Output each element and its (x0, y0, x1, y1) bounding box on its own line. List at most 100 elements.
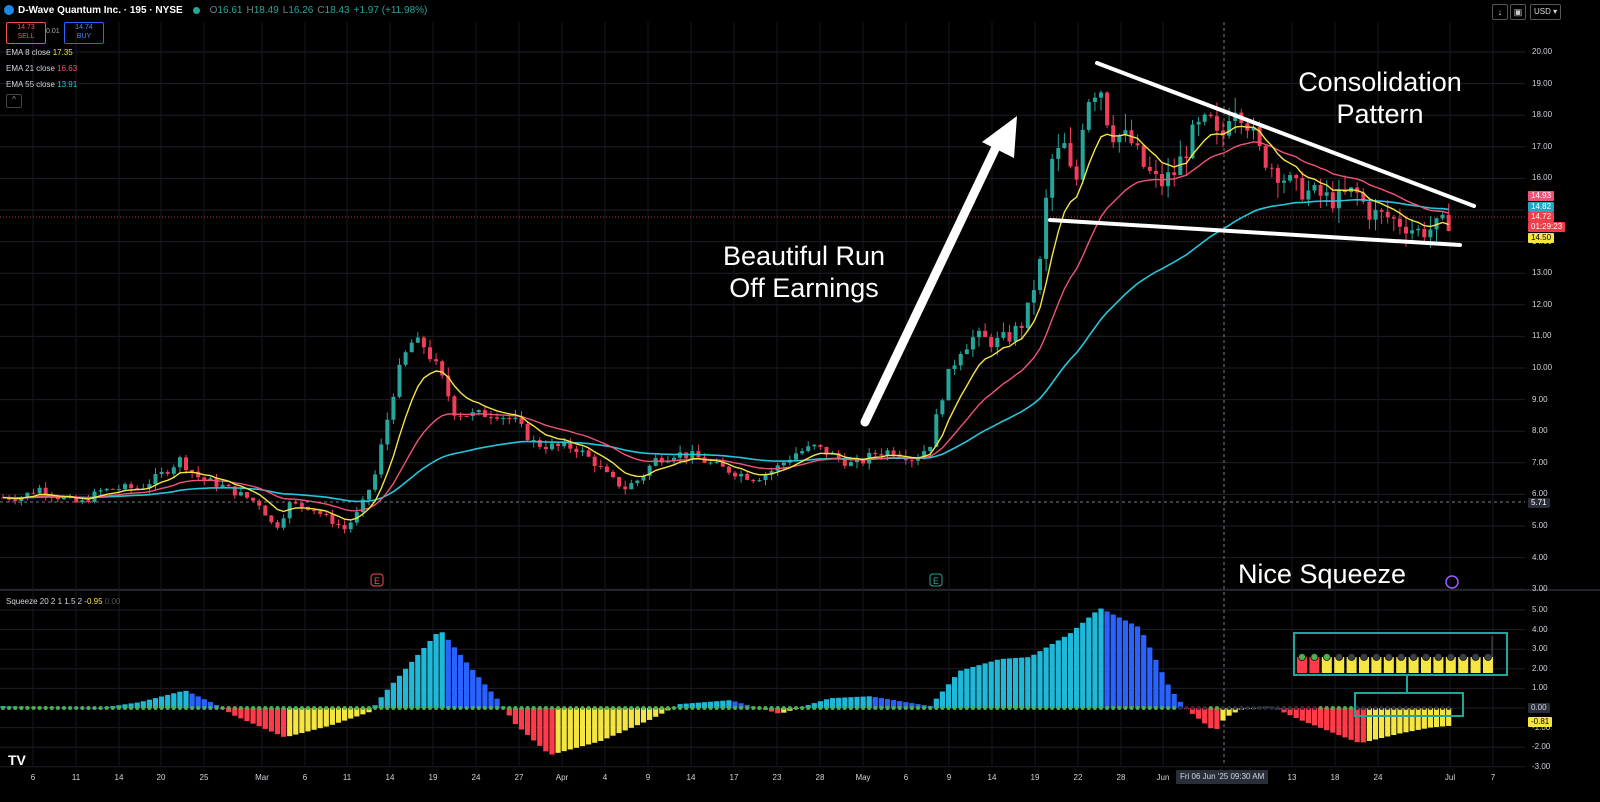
squeeze-bar (171, 693, 177, 708)
squeeze-dot (123, 706, 127, 710)
squeeze-dot (1446, 706, 1451, 710)
candle-body (1111, 125, 1116, 143)
squeeze-bar (1110, 614, 1116, 708)
squeeze-bar (1025, 657, 1031, 708)
candle-body (1153, 170, 1158, 175)
open-value: 16.61 (217, 4, 243, 16)
squeeze-bar (1214, 708, 1220, 729)
candle-body (1141, 145, 1146, 167)
squeeze-dot (232, 706, 237, 710)
squeeze-bar (549, 708, 555, 755)
candle-body (1318, 185, 1323, 196)
squeeze-dot (330, 706, 335, 710)
download-icon[interactable]: ↓ (1492, 4, 1508, 20)
squeeze-bar (610, 708, 616, 736)
squeeze-dot (1147, 706, 1152, 710)
indicator-legend-ema21[interactable]: EMA 21 close 16.63 (6, 64, 77, 73)
price-tag: 14.82 (1528, 202, 1555, 212)
squeeze-dot (1422, 706, 1427, 710)
price-axis-label: 13.00 (1532, 268, 1553, 278)
squeeze-bar (433, 634, 439, 708)
squeeze-bar (976, 665, 982, 708)
candle-body (848, 462, 853, 466)
squeeze-bar (573, 708, 579, 748)
candle-body (1385, 211, 1390, 218)
squeeze-bar (183, 690, 189, 708)
squeeze-dot (513, 706, 518, 710)
squeeze-dot (672, 706, 676, 710)
currency-label: USD (1534, 7, 1551, 16)
squeeze-bar (1324, 708, 1330, 731)
indicator-legend-ema8[interactable]: EMA 8 close 17.35 (6, 48, 73, 57)
candle-body (263, 505, 268, 516)
candle-body (550, 443, 554, 450)
squeeze-dot (1336, 706, 1341, 710)
squeeze-dot (1373, 706, 1378, 710)
squeeze-dot (476, 706, 481, 710)
restore-icon[interactable]: ▣ (1510, 4, 1526, 20)
squeeze-dot (769, 706, 774, 710)
squeeze-bar (250, 708, 256, 724)
squeeze-bar (561, 708, 567, 752)
squeeze-dot (757, 706, 762, 710)
squeeze-bar (1360, 708, 1366, 743)
squeeze-dot (1062, 706, 1067, 710)
squeeze-dot (1196, 706, 1201, 710)
squeeze-dot (147, 706, 152, 710)
squeeze-bar (634, 708, 640, 726)
squeeze-bar (604, 708, 610, 739)
zoom-dot (1298, 653, 1306, 661)
candle-body (397, 364, 402, 397)
indicator-legend-ema55[interactable]: EMA 55 close 13.91 (6, 80, 77, 89)
sell-button[interactable]: 14.73 SELL (6, 22, 46, 44)
candle-body (1324, 192, 1329, 196)
squeeze-dot (269, 706, 274, 710)
squeeze-dot (550, 706, 554, 710)
collapse-legend-button[interactable]: ^ (6, 94, 22, 108)
squeeze-dot (946, 706, 951, 710)
squeeze-dot (1025, 706, 1030, 710)
squeeze-dot (74, 706, 79, 710)
squeeze-dot (306, 706, 310, 710)
spread-value: 0.01 (46, 28, 60, 35)
oscillator-tag: 0.00 (1528, 703, 1550, 713)
squeeze-bar (939, 691, 945, 708)
candle-body (757, 480, 762, 482)
squeeze-dot (1001, 706, 1006, 710)
squeeze-bar (1037, 651, 1043, 708)
squeeze-bar (1019, 657, 1025, 708)
squeeze-dot (1184, 706, 1189, 710)
currency-selector[interactable]: USD ▾ (1530, 4, 1561, 20)
squeeze-bar (299, 708, 305, 733)
squeeze-dot (31, 706, 36, 710)
time-axis-label: 14 (686, 773, 696, 782)
squeeze-dot (1318, 706, 1323, 710)
candle-body (458, 415, 463, 417)
oscillator-axis-label: 1.00 (1532, 683, 1548, 693)
oscillator-axis-label: 4.00 (1532, 624, 1548, 634)
zoom-dot (1310, 653, 1319, 661)
squeeze-dot (135, 706, 140, 710)
squeeze-bar (1342, 708, 1348, 738)
squeeze-dot (1166, 706, 1171, 710)
squeeze-dot (1068, 706, 1073, 710)
squeeze-dot (1361, 706, 1366, 710)
symbol-title[interactable]: D-Wave Quantum Inc. · 195 · NYSE (18, 5, 183, 16)
squeeze-dot (568, 706, 573, 710)
price-axis-label: 11.00 (1532, 331, 1552, 341)
buy-button[interactable]: 14.74 BUY (64, 22, 104, 44)
price-axis-label: 17.00 (1532, 141, 1553, 151)
squeeze-bar (439, 632, 445, 708)
squeeze-legend[interactable]: Squeeze 20 2 1 1.5 2 -0.95 0.00 (6, 597, 120, 606)
squeeze-bar (964, 668, 970, 708)
annotation-squeeze: Nice Squeeze (1237, 559, 1407, 589)
candle-body (104, 488, 109, 491)
squeeze-dot (13, 706, 18, 710)
squeeze-dot (202, 706, 207, 710)
oscillator-tag: -0.81 (1528, 717, 1553, 727)
squeeze-bar (403, 668, 409, 708)
tradingview-logo: TV (8, 752, 26, 768)
squeeze-dot (952, 706, 957, 710)
squeeze-dot (86, 706, 91, 710)
squeeze-dot (214, 706, 219, 710)
